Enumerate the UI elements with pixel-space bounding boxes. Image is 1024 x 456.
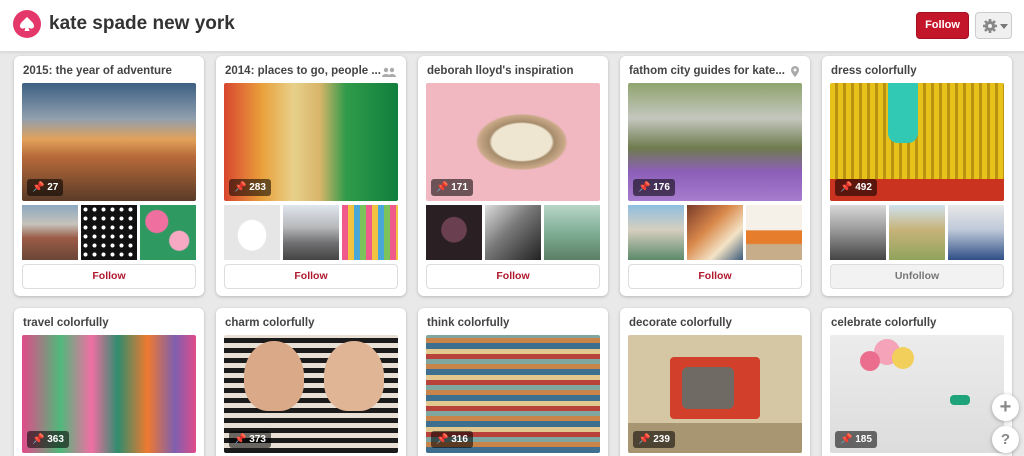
settings-button[interactable]: [975, 12, 1012, 39]
board-thumbnails: [22, 205, 196, 260]
board-thumbnail: [224, 205, 280, 260]
board-cover-image[interactable]: 📌 185: [830, 335, 1004, 453]
board-thumbnails: [628, 205, 802, 260]
board-title[interactable]: decorate colorfully: [629, 317, 789, 329]
pin-count-badge: 📌 176: [633, 179, 675, 196]
gear-icon: [983, 19, 997, 33]
board-thumbnails: [426, 205, 600, 260]
pin-count: 283: [249, 182, 266, 193]
pin-count: 176: [653, 182, 670, 193]
board-cover-detail: [860, 351, 880, 371]
board-title[interactable]: 2015: the year of adventure: [23, 65, 183, 77]
plus-icon: +: [999, 396, 1012, 418]
pin-count-badge: 📌 239: [633, 431, 675, 448]
board-title[interactable]: charm colorfully: [225, 317, 385, 329]
board-card[interactable]: think colorfully 📌 316: [418, 308, 608, 456]
board-title[interactable]: 2014: places to go, people ...: [225, 65, 385, 77]
board-title[interactable]: deborah lloyd's inspiration: [427, 65, 587, 77]
follow-board-button[interactable]: Follow: [628, 264, 802, 289]
follow-profile-button[interactable]: Follow: [916, 12, 969, 39]
help-button[interactable]: ?: [992, 426, 1019, 453]
board-cover-detail: [950, 395, 970, 405]
unfollow-board-button[interactable]: Unfollow: [830, 264, 1004, 289]
board-thumbnail: [22, 205, 78, 260]
board-title[interactable]: travel colorfully: [23, 317, 183, 329]
pin-count: 171: [451, 182, 468, 193]
board-card[interactable]: 2014: places to go, people ... 📌 283 Fol…: [216, 56, 406, 296]
board-thumbnails: [224, 205, 398, 260]
board-thumbnail: [948, 205, 1004, 260]
pin-count: 316: [451, 434, 468, 445]
pin-count-badge: 📌 171: [431, 179, 473, 196]
spade-logo-icon[interactable]: [13, 10, 41, 38]
board-cover-image[interactable]: 📌 171: [426, 83, 600, 201]
board-thumbnail: [485, 205, 541, 260]
profile-header: kate spade new york Follow: [0, 0, 1024, 52]
board-cover-image[interactable]: 📌 239: [628, 335, 802, 453]
board-cover-image[interactable]: 📌 316: [426, 335, 600, 453]
profile-name: kate spade new york: [49, 13, 235, 34]
pin-count-badge: 📌 492: [835, 179, 877, 196]
board-card[interactable]: dress colorfully 📌 492 Unfollow: [822, 56, 1012, 296]
pin-count: 185: [855, 434, 872, 445]
board-card[interactable]: deborah lloyd's inspiration 📌 171 Follow: [418, 56, 608, 296]
pin-count-badge: 📌 185: [835, 431, 877, 448]
follow-board-button[interactable]: Follow: [224, 264, 398, 289]
board-thumbnail: [687, 205, 743, 260]
board-thumbnail: [628, 205, 684, 260]
board-thumbnail: [426, 205, 482, 260]
board-title[interactable]: dress colorfully: [831, 65, 991, 77]
pin-count-badge: 📌 27: [27, 179, 64, 196]
board-thumbnail: [830, 205, 886, 260]
board-thumbnail: [544, 205, 600, 260]
board-cover-image[interactable]: 📌 176: [628, 83, 802, 201]
collaborators-icon: [382, 67, 396, 77]
board-cover-detail: [682, 367, 734, 409]
board-card[interactable]: travel colorfully 📌 363: [14, 308, 204, 456]
pin-count: 27: [47, 182, 59, 193]
location-icon: [791, 66, 799, 77]
board-thumbnails: [830, 205, 1004, 260]
board-thumbnail: [746, 205, 802, 260]
board-cover-image[interactable]: 📌 27: [22, 83, 196, 201]
board-thumbnail: [889, 205, 945, 260]
chevron-down-icon: [1000, 24, 1008, 29]
board-title[interactable]: fathom city guides for kate...: [629, 65, 789, 77]
board-thumbnail: [81, 205, 137, 260]
board-card[interactable]: 2015: the year of adventure 📌 27 Follow: [14, 56, 204, 296]
board-cover-image[interactable]: 📌 492: [830, 83, 1004, 201]
pin-count-badge: 📌 373: [229, 431, 271, 448]
board-title[interactable]: celebrate colorfully: [831, 317, 991, 329]
board-cover-image[interactable]: 📌 363: [22, 335, 196, 453]
pin-count-badge: 📌 363: [27, 431, 69, 448]
pin-count: 239: [653, 434, 670, 445]
follow-board-button[interactable]: Follow: [426, 264, 600, 289]
board-cover-detail: [324, 341, 384, 411]
board-cover-image[interactable]: 📌 373: [224, 335, 398, 453]
board-thumbnail: [140, 205, 196, 260]
board-card[interactable]: celebrate colorfully 📌 185: [822, 308, 1012, 456]
pin-count: 363: [47, 434, 64, 445]
board-card[interactable]: charm colorfully 📌 373: [216, 308, 406, 456]
board-cover-detail: [888, 83, 918, 143]
question-icon: ?: [1000, 431, 1011, 448]
pin-count: 492: [855, 182, 872, 193]
board-card[interactable]: decorate colorfully 📌 239: [620, 308, 810, 456]
board-thumbnail: [283, 205, 339, 260]
board-title[interactable]: think colorfully: [427, 317, 587, 329]
pin-count: 373: [249, 434, 266, 445]
board-cover-detail: [892, 347, 914, 369]
follow-board-button[interactable]: Follow: [22, 264, 196, 289]
pin-count-badge: 📌 316: [431, 431, 473, 448]
pin-count-badge: 📌 283: [229, 179, 271, 196]
board-card[interactable]: fathom city guides for kate... 📌 176 Fol…: [620, 56, 810, 296]
board-cover-image[interactable]: 📌 283: [224, 83, 398, 201]
board-thumbnail: [342, 205, 398, 260]
board-cover-detail: [244, 341, 304, 411]
add-pin-button[interactable]: +: [992, 394, 1019, 421]
